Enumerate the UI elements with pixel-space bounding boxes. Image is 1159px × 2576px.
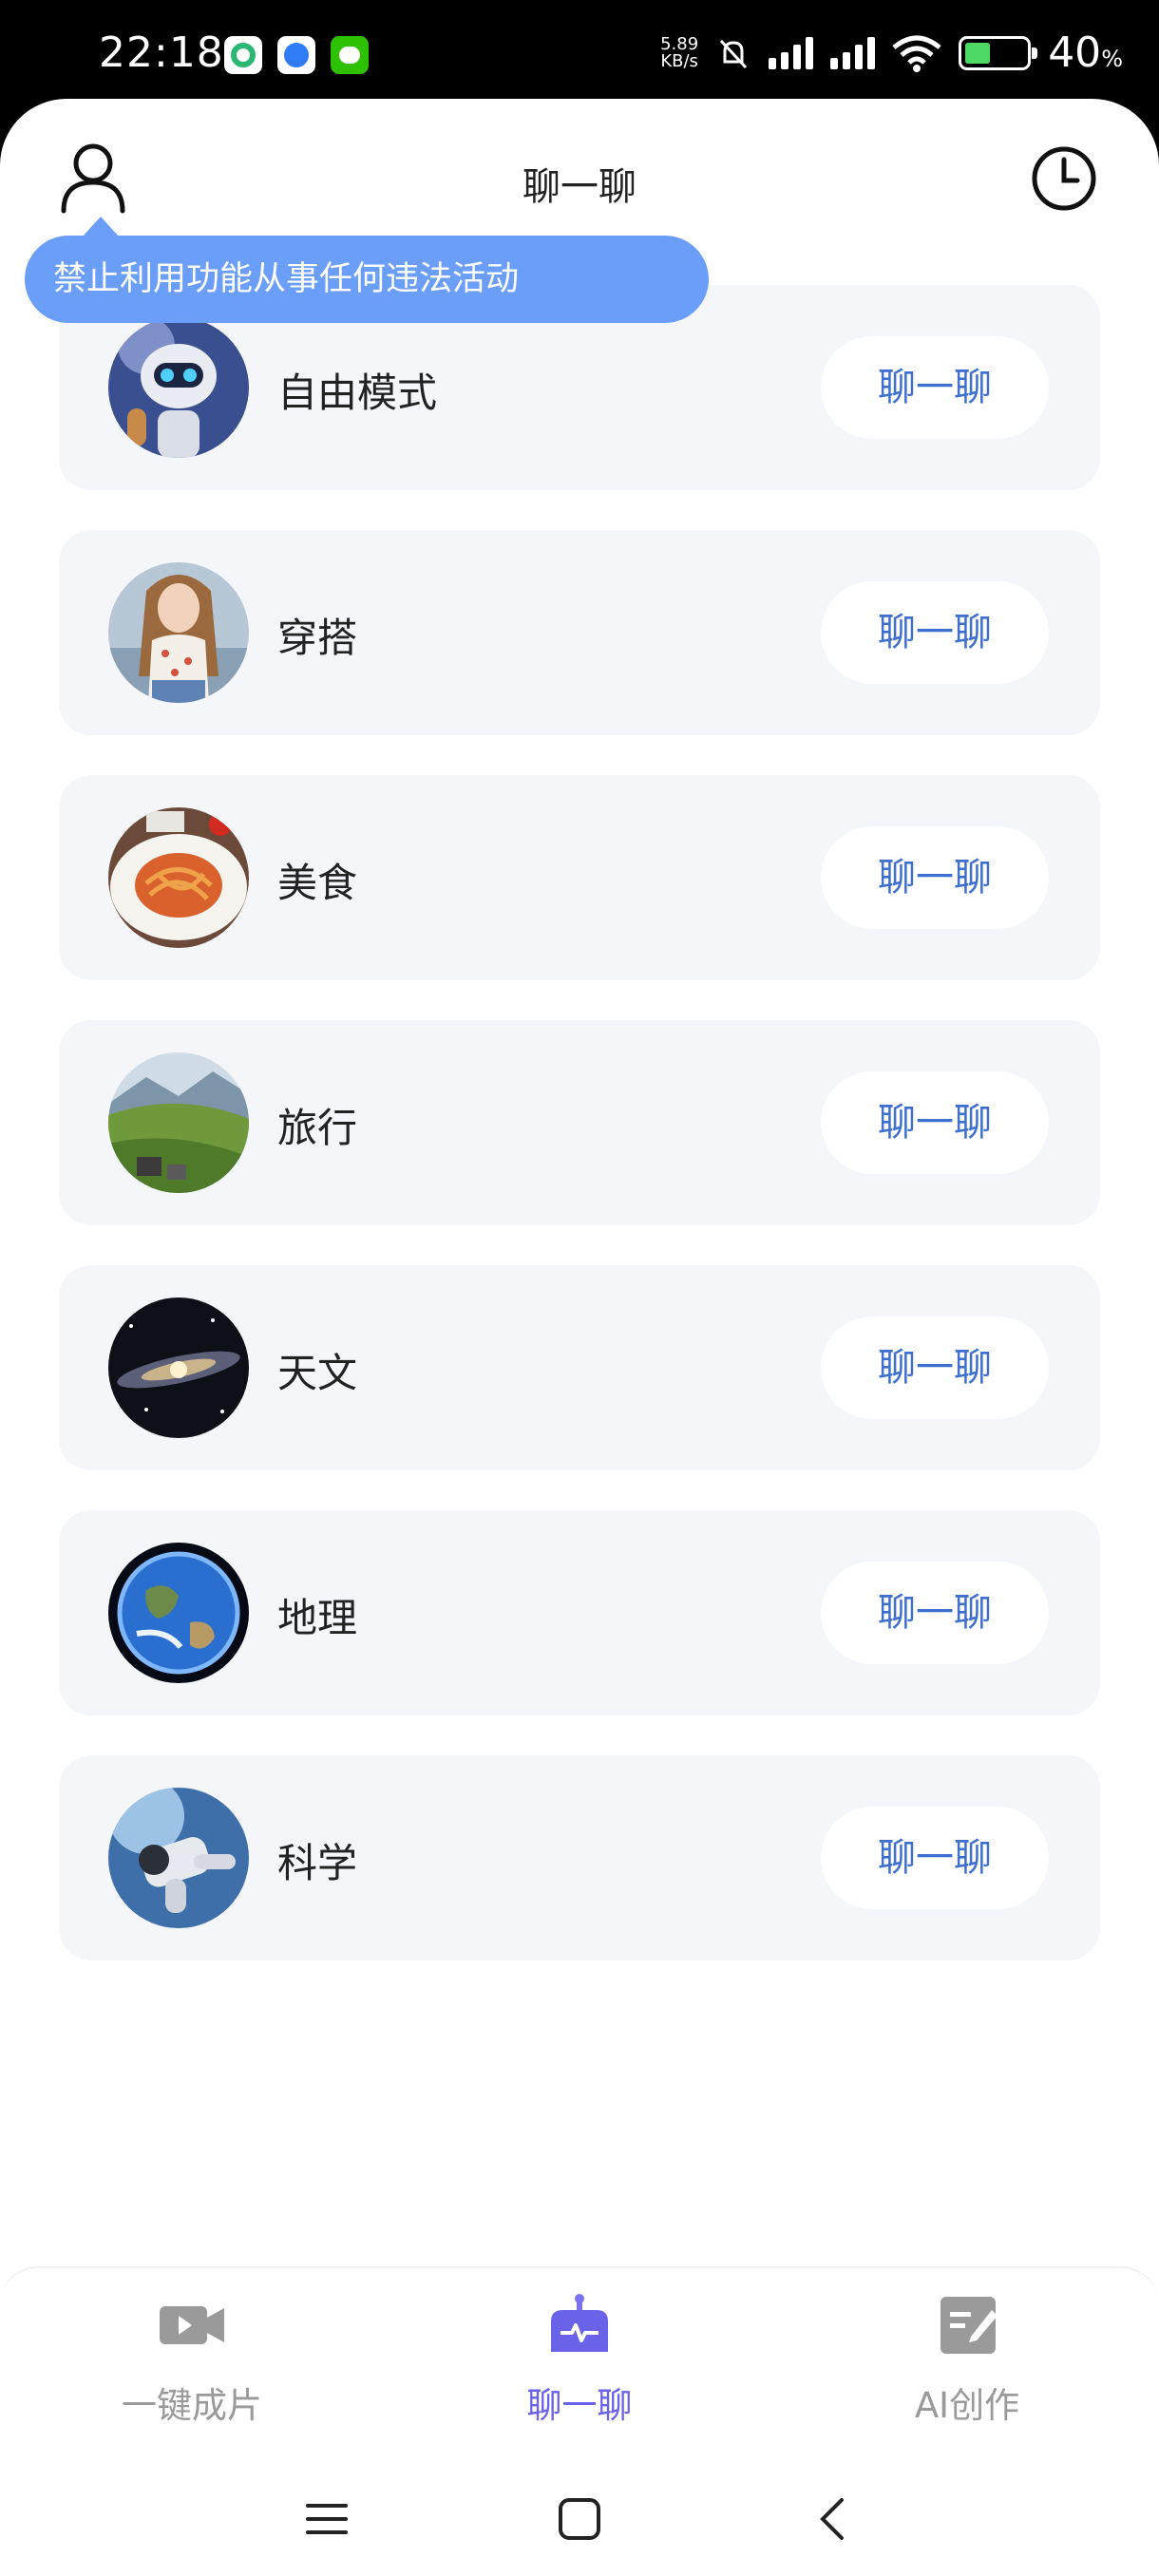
- battery-icon: [959, 35, 1038, 70]
- note-edit-icon: [940, 2297, 998, 2354]
- bottom-tab-bar: 一键成片 聊一聊 AI创作: [0, 2266, 1159, 2456]
- topic-card-geography[interactable]: 地理 聊一聊: [59, 1510, 1100, 1715]
- chat-button[interactable]: 聊一聊: [821, 1562, 1049, 1664]
- home-icon[interactable]: [555, 2494, 604, 2544]
- swirl-app-icon: [224, 36, 262, 74]
- network-speed: 5.89 KB/s: [660, 33, 699, 71]
- topic-label: 美食: [277, 860, 358, 906]
- wechat-icon: [331, 36, 369, 74]
- topic-label: 地理: [277, 1595, 358, 1641]
- tooltip-arrow: [82, 217, 120, 237]
- compass-app-icon: [277, 36, 315, 74]
- tab-chat[interactable]: 聊一聊: [456, 2293, 703, 2428]
- wifi-icon: [892, 35, 941, 72]
- notification-icons: [224, 36, 369, 74]
- robot-icon: [551, 2294, 608, 2352]
- topic-card-food[interactable]: 美食 聊一聊: [59, 775, 1100, 980]
- topic-list: 自由模式 聊一聊 穿搭 聊一聊 美食 聊一聊 旅行 聊一聊 天文 聊一聊 地理 …: [59, 285, 1100, 2000]
- warning-tooltip: 禁止利用功能从事任何违法活动: [25, 217, 709, 323]
- battery-level: 40%: [1048, 28, 1123, 77]
- valley-avatar: [108, 1052, 249, 1193]
- chat-button[interactable]: 聊一聊: [821, 1316, 1049, 1419]
- mute-bell-icon: [720, 39, 748, 68]
- status-time: 22:18: [99, 28, 224, 77]
- system-nav-bar: [0, 2456, 1159, 2576]
- robot-avatar: [108, 317, 249, 458]
- chat-button[interactable]: 聊一聊: [821, 1807, 1049, 1909]
- topic-card-astronomy[interactable]: 天文 聊一聊: [59, 1265, 1100, 1470]
- topic-label: 穿搭: [277, 615, 358, 661]
- chat-button[interactable]: 聊一聊: [821, 826, 1049, 929]
- topic-label: 科学: [277, 1840, 358, 1886]
- topic-card-fashion[interactable]: 穿搭 聊一聊: [59, 530, 1100, 735]
- page-title: 聊一聊: [522, 165, 636, 209]
- signal-icon-2: [830, 36, 876, 69]
- history-clock-icon[interactable]: [1030, 144, 1098, 213]
- topic-label: 旅行: [277, 1105, 358, 1151]
- topic-label: 天文: [277, 1350, 358, 1396]
- earth-avatar: [108, 1543, 249, 1683]
- menu-icon[interactable]: [302, 2494, 352, 2544]
- topic-card-science[interactable]: 科学 聊一聊: [59, 1755, 1100, 1960]
- back-icon[interactable]: [809, 2494, 859, 2544]
- signal-icon: [769, 36, 814, 69]
- chat-button[interactable]: 聊一聊: [821, 581, 1049, 684]
- chat-button[interactable]: 聊一聊: [821, 1071, 1049, 1174]
- tab-ai-create[interactable]: AI创作: [844, 2293, 1091, 2428]
- topic-card-travel[interactable]: 旅行 聊一聊: [59, 1020, 1100, 1225]
- video-camera-icon: [160, 2306, 224, 2344]
- fashion-avatar: [108, 562, 249, 703]
- chat-button[interactable]: 聊一聊: [821, 336, 1049, 439]
- tab-one-click-video[interactable]: 一键成片: [68, 2293, 315, 2428]
- tooltip-text: 禁止利用功能从事任何违法活动: [53, 260, 520, 298]
- astronaut-avatar: [108, 1788, 249, 1928]
- galaxy-avatar: [108, 1297, 249, 1438]
- status-bar: 22:18 5.89 KB/s 40%: [0, 0, 1159, 114]
- topic-label: 自由模式: [277, 369, 438, 416]
- spaghetti-avatar: [108, 807, 249, 948]
- app-screen: 聊一聊 禁止利用功能从事任何违法活动 自由模式 聊一聊 穿搭 聊一聊 美食 聊一…: [0, 99, 1159, 2576]
